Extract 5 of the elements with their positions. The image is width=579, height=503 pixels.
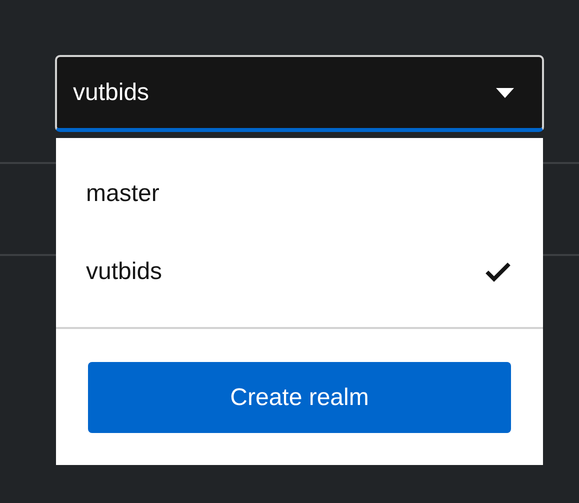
menu-item[interactable]: vutbids [56, 233, 543, 311]
realm-dropdown[interactable]: vutbids [55, 55, 544, 132]
create-realm-button[interactable]: Create realm [88, 362, 511, 433]
caret-icon [496, 88, 514, 98]
menu-item[interactable]: master [56, 155, 543, 233]
